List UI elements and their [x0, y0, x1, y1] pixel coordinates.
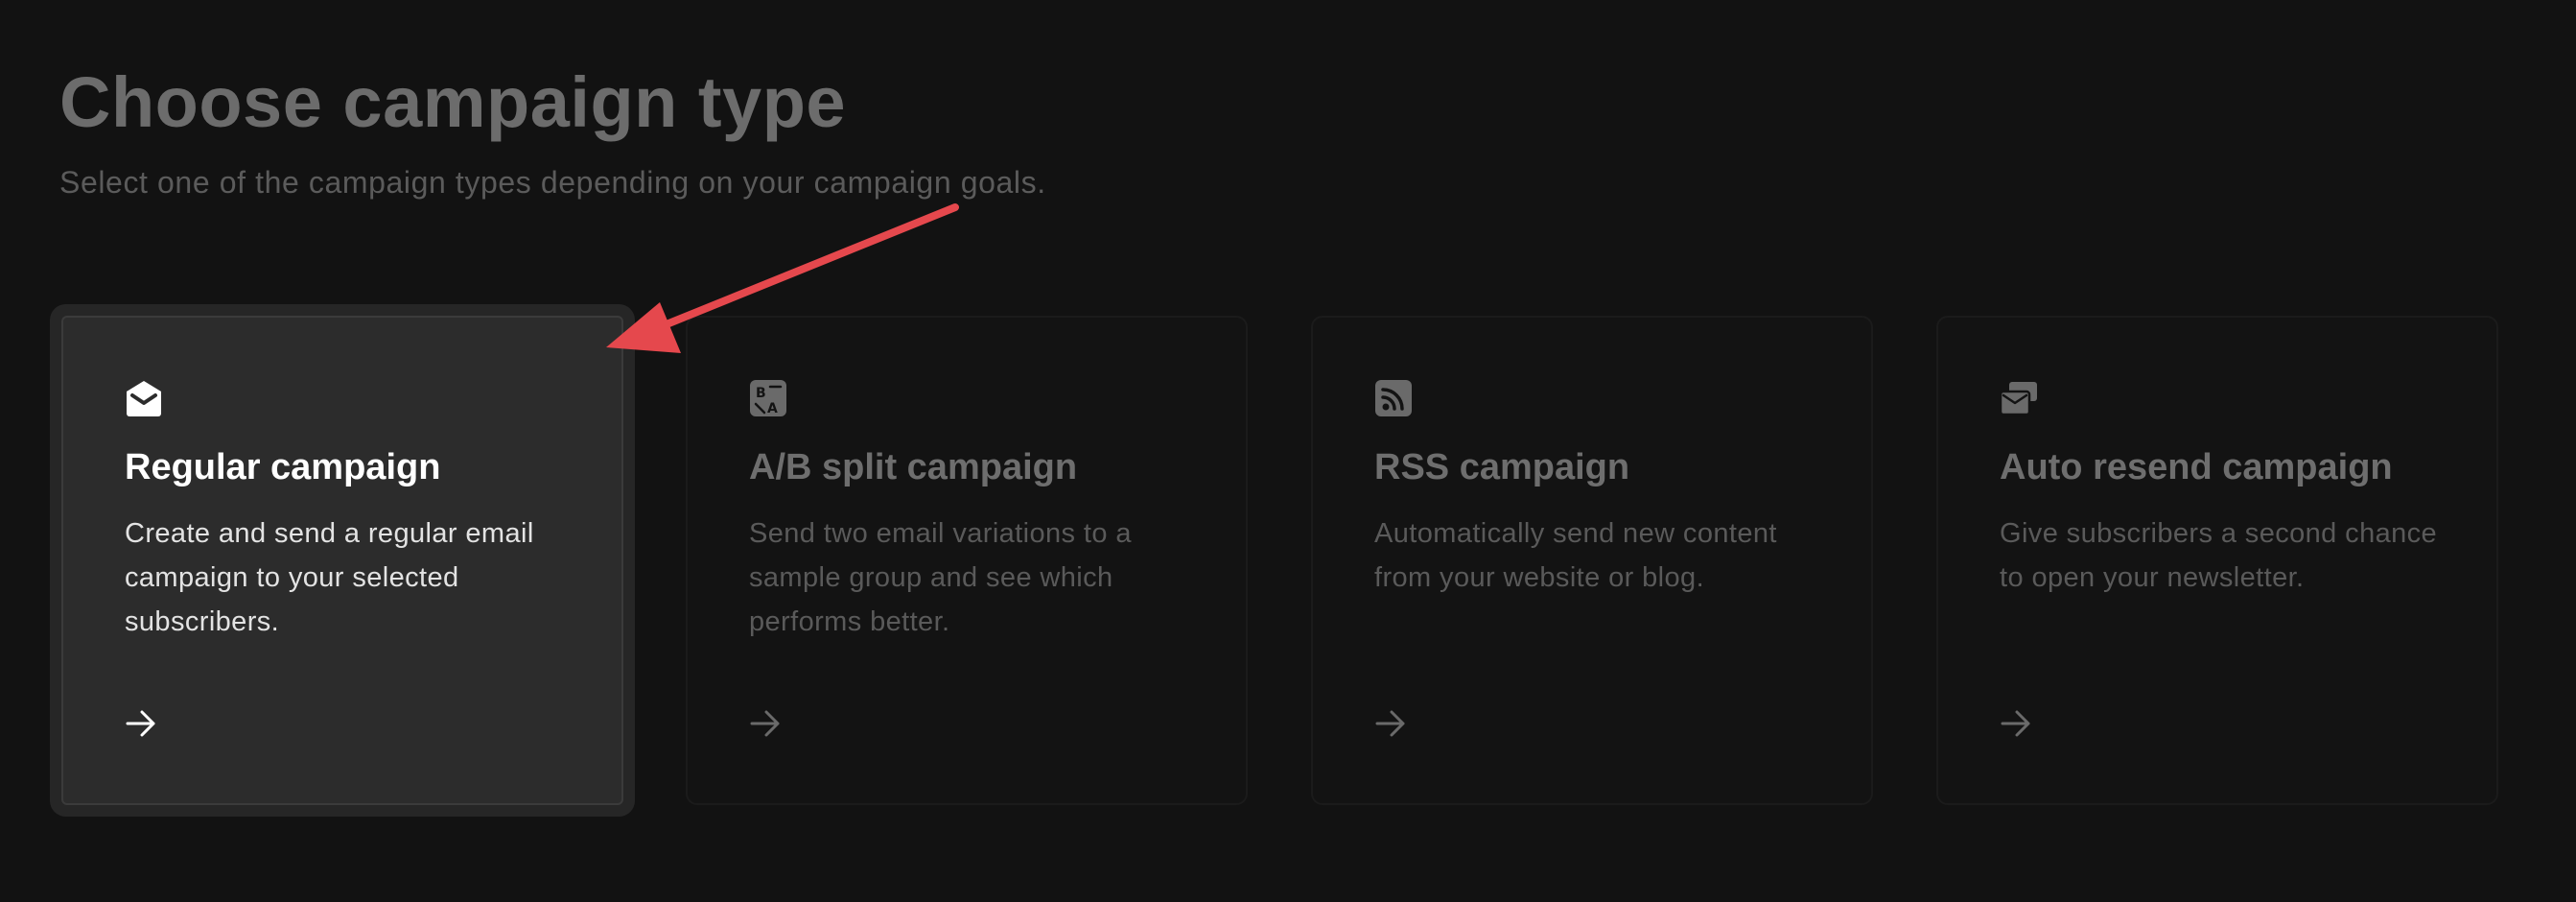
svg-text:B: B: [756, 386, 766, 401]
card-description: Give subscribers a second chance to open…: [2000, 518, 2438, 593]
card-description: Create and send a regular email campaign…: [125, 518, 534, 637]
card-title: Auto resend campaign: [2000, 447, 2393, 487]
arrow-right-icon[interactable]: [2000, 707, 2032, 740]
ab-split-icon: B A: [750, 380, 786, 416]
auto-resend-icon: [2000, 382, 2037, 416]
auto-resend-campaign-card[interactable]: Auto resend campaign Give subscribers a …: [1936, 316, 2498, 805]
card-description: Automatically send new content from your…: [1374, 518, 1777, 593]
card-title: A/B split campaign: [749, 447, 1078, 487]
campaign-type-page: Choose campaign type Select one of the c…: [0, 0, 2576, 902]
arrow-right-icon[interactable]: [1374, 707, 1407, 740]
open-envelope-icon: [127, 381, 161, 416]
svg-text:A: A: [767, 401, 778, 416]
rss-campaign-card[interactable]: RSS campaign Automatically send new cont…: [1311, 316, 1873, 805]
card-description: Send two email variations to a sample gr…: [749, 518, 1132, 637]
regular-campaign-card[interactable]: Regular campaign Create and send a regul…: [61, 316, 623, 805]
card-title: Regular campaign: [125, 447, 441, 487]
page-title: Choose campaign type: [59, 62, 847, 142]
arrow-right-icon[interactable]: [125, 707, 157, 740]
page-subtitle: Select one of the campaign types dependi…: [59, 165, 1046, 200]
card-title: RSS campaign: [1374, 447, 1630, 487]
rss-icon: [1375, 380, 1412, 416]
arrow-right-icon[interactable]: [749, 707, 782, 740]
ab-split-campaign-card[interactable]: B A A/B split campaign Send two email va…: [686, 316, 1248, 805]
